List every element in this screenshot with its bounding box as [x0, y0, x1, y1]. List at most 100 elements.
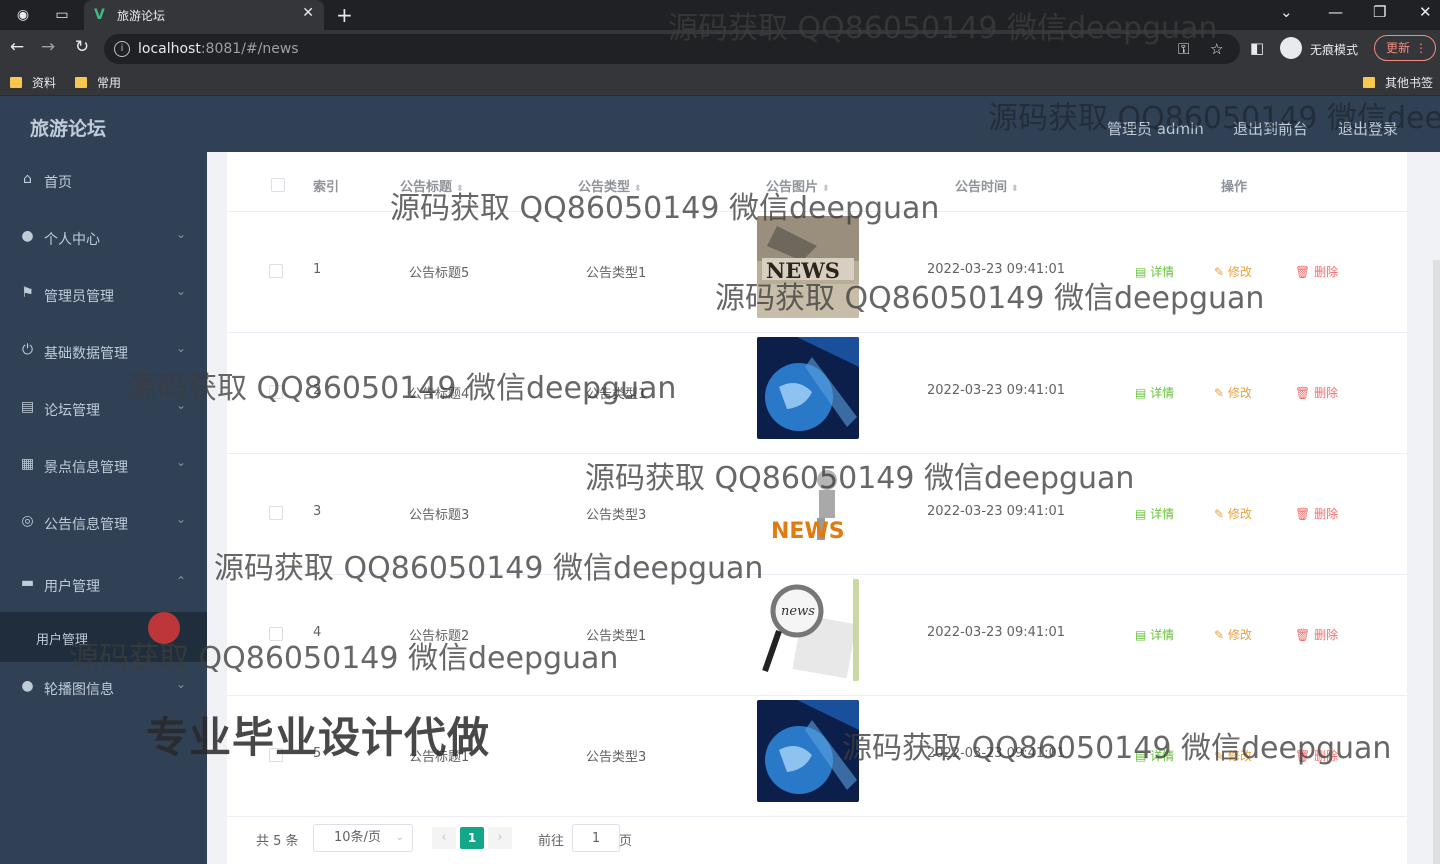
sort-icon: ⬍: [1011, 184, 1019, 194]
sidebar-item-forum[interactable]: ▤ 论坛管理 ⌄: [0, 380, 207, 436]
page-scrollbar[interactable]: [1433, 260, 1440, 864]
power-icon: ⏻: [21, 342, 34, 358]
prev-page-button[interactable]: ‹: [432, 827, 456, 849]
svg-text:NEWS: NEWS: [766, 258, 840, 283]
column-actions: 操作: [1221, 180, 1248, 195]
browser-tab[interactable]: V 旅游论坛 ✕: [84, 0, 324, 30]
goto-page-input[interactable]: [572, 824, 620, 852]
url-path: :8081/#/news: [200, 41, 299, 57]
row-checkbox[interactable]: [269, 385, 283, 399]
svg-text:NEWS: NEWS: [771, 519, 845, 544]
url-field[interactable]: i localhost:8081/#/news ⚿ ☆: [104, 34, 1240, 64]
cell-title: 公告标题4: [409, 387, 470, 402]
sidebar-item-label: 首页: [44, 175, 72, 191]
magnifier-news-photo: news: [757, 579, 859, 681]
user-icon: ●: [21, 678, 34, 694]
detail-button[interactable]: ▤ 详情: [1135, 505, 1174, 522]
column-image[interactable]: 公告图片 ⬍: [766, 176, 830, 195]
cell-time: 2022-03-23 09:41:01: [927, 746, 1066, 761]
detail-button[interactable]: ▤ 详情: [1135, 384, 1174, 401]
page-unit-label: 页: [619, 834, 633, 849]
app-brand: 旅游论坛: [30, 118, 107, 140]
sidebar-item-admin[interactable]: ⚑ 管理员管理 ⌄: [0, 266, 207, 322]
table-row: 2 公告标题4 公告类型1 2022-03-23 09:41:01 ▤ 详情 ✎…: [227, 333, 1407, 454]
select-all-checkbox[interactable]: [271, 178, 285, 192]
admin-label: 管理员 admin: [1107, 120, 1204, 138]
browser-menu-icon[interactable]: ◉: [13, 5, 33, 25]
next-page-button[interactable]: ›: [488, 827, 512, 849]
tab-close-icon[interactable]: ✕: [302, 5, 314, 21]
tab-list-chevron-icon[interactable]: ⌄: [1280, 3, 1293, 21]
edit-button[interactable]: ✎ 修改: [1214, 747, 1252, 764]
sidebar-item-basic-data[interactable]: ⏻ 基础数据管理 ⌄: [0, 323, 207, 379]
side-panel-icon[interactable]: ◧: [1250, 39, 1264, 57]
sort-icon: ⬍: [634, 184, 642, 194]
cell-type: 公告类型3: [586, 750, 647, 765]
sidebar-item-label: 轮播图信息: [44, 682, 114, 698]
page-number-button[interactable]: 1: [460, 827, 484, 849]
group-icon: ▬: [20, 575, 35, 591]
delete-button[interactable]: 🗑 删除: [1295, 747, 1338, 764]
reload-icon[interactable]: ↻: [71, 37, 93, 57]
minimize-icon[interactable]: —: [1328, 3, 1343, 21]
site-info-icon[interactable]: i: [114, 41, 130, 57]
delete-button[interactable]: 🗑 删除: [1295, 263, 1338, 280]
edit-button[interactable]: ✎ 修改: [1214, 384, 1252, 401]
back-to-frontend-link[interactable]: 退出到前台: [1233, 118, 1308, 139]
sidebar-item-home[interactable]: ⌂ 首页: [0, 152, 207, 208]
sidebar-item-users[interactable]: ▬ 用户管理 ⌃: [0, 556, 207, 612]
key-icon[interactable]: ⚿: [1178, 40, 1189, 58]
edit-button[interactable]: ✎ 修改: [1214, 626, 1252, 643]
detail-button[interactable]: ▤ 详情: [1135, 263, 1174, 280]
sort-icon: ⬍: [456, 184, 464, 194]
folder-icon: [10, 77, 22, 88]
incognito-avatar-icon[interactable]: [1280, 37, 1302, 59]
restore-icon[interactable]: ❐: [1373, 3, 1386, 21]
page-size-select[interactable]: 10条/页 ⌄: [313, 824, 413, 852]
sidebar-item-scenic[interactable]: ▦ 景点信息管理 ⌄: [0, 437, 207, 493]
new-tab-icon[interactable]: +: [336, 3, 353, 27]
table-header: 索引 公告标题 ⬍ 公告类型 ⬍ 公告图片 ⬍ 公告时间 ⬍ 操作: [227, 152, 1407, 212]
edit-button[interactable]: ✎ 修改: [1214, 263, 1252, 280]
chevron-down-icon: ⌄: [176, 455, 187, 469]
logout-link[interactable]: 退出登录: [1338, 118, 1398, 139]
forward-icon[interactable]: →: [37, 37, 59, 57]
bookmark-folder-2[interactable]: 常用: [75, 74, 121, 91]
incognito-label: 无痕模式: [1310, 43, 1359, 57]
row-checkbox[interactable]: [269, 627, 283, 641]
more-menu-icon: ⋮: [1415, 41, 1427, 55]
detail-button[interactable]: ▤ 详情: [1135, 747, 1174, 764]
sidebar-item-label: 管理员管理: [44, 289, 114, 305]
tab-search-icon[interactable]: ▭: [52, 5, 72, 25]
news-figure-photo: NEWS: [757, 458, 859, 560]
column-title[interactable]: 公告标题 ⬍: [400, 176, 464, 195]
update-button[interactable]: 更新 ⋮: [1374, 35, 1436, 61]
sort-icon: ⬍: [822, 184, 830, 194]
app-header: 旅游论坛 管理员 admin 退出到前台 退出登录: [0, 96, 1440, 152]
delete-button[interactable]: 🗑 删除: [1295, 384, 1338, 401]
other-bookmarks[interactable]: 其他书签: [1363, 74, 1433, 91]
back-icon[interactable]: ←: [6, 37, 28, 57]
delete-button[interactable]: 🗑 删除: [1295, 626, 1338, 643]
table-row: 4 公告标题2 公告类型1 news 2022-03-23 09:41:01 ▤…: [227, 575, 1407, 696]
delete-button[interactable]: 🗑 删除: [1295, 505, 1338, 522]
cell-type: 公告类型1: [586, 387, 647, 402]
column-type[interactable]: 公告类型 ⬍: [578, 176, 642, 195]
url-text: localhost:8081/#/news: [138, 41, 299, 57]
sidebar-item-personal[interactable]: ● 个人中心 ⌄: [0, 209, 207, 265]
row-checkbox[interactable]: [269, 506, 283, 520]
chevron-up-icon: ⌃: [176, 574, 187, 588]
bookmark-folder-1[interactable]: 资料: [10, 74, 56, 91]
chevron-down-icon: ⌄: [176, 677, 187, 691]
tab-title: 旅游论坛: [117, 9, 166, 23]
sidebar-item-notice[interactable]: ◎ 公告信息管理 ⌄: [0, 494, 207, 550]
detail-button[interactable]: ▤ 详情: [1135, 626, 1174, 643]
edit-button[interactable]: ✎ 修改: [1214, 505, 1252, 522]
sidebar-item-label: 论坛管理: [44, 403, 100, 419]
column-time[interactable]: 公告时间 ⬍: [955, 176, 1019, 195]
sidebar-item-label: 基础数据管理: [44, 346, 128, 362]
bookmark-star-icon[interactable]: ☆: [1210, 40, 1223, 58]
row-checkbox[interactable]: [269, 264, 283, 278]
table-row: 3 公告标题3 公告类型3 NEWS 2022-03-23 09:41:01 ▤…: [227, 454, 1407, 575]
close-window-icon[interactable]: ✕: [1419, 3, 1432, 21]
